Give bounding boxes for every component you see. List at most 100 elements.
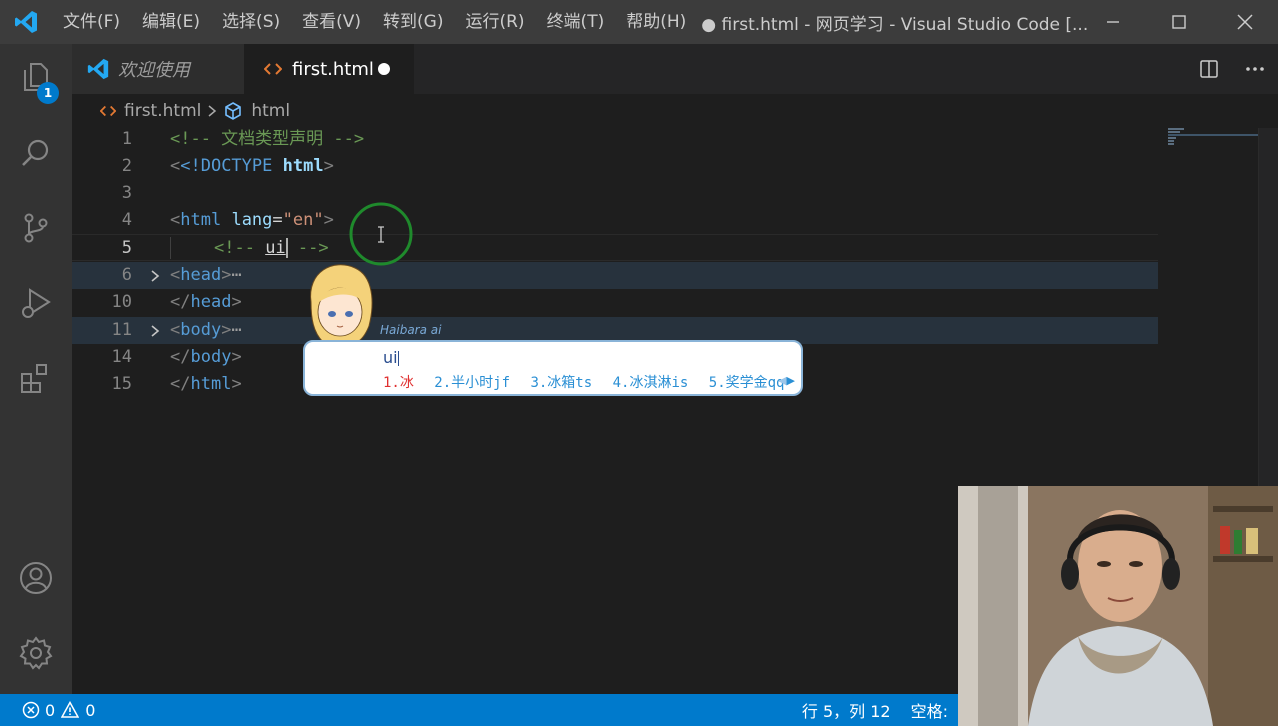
maximize-icon [1172,15,1186,29]
problems-indicator[interactable]: 0 0 [0,701,95,720]
code-line[interactable]: 4 <html lang="en"> [72,207,1158,234]
code-text: <html lang="en"> [170,210,334,230]
breadcrumb: first.html html [72,94,1278,128]
menu-go[interactable]: 转到(G) [372,0,454,44]
symbol-element-icon [225,102,242,120]
ime-next-page-icon[interactable]: ▶ [787,374,795,387]
menu-selection[interactable]: 选择(S) [211,0,291,44]
webcam-overlay [958,486,1278,726]
vertical-scrollbar[interactable] [1258,128,1278,486]
folded-ellipsis[interactable]: ⋯ [231,265,241,285]
line-number: 14 [111,347,132,367]
tab-welcome[interactable]: 欢迎使用 [72,44,244,94]
extensions-button[interactable] [0,347,72,409]
menu-edit[interactable]: 编辑(E) [131,0,211,44]
html-file-icon [264,63,282,75]
account-icon [20,562,52,594]
presenter-video-image [958,486,1278,726]
tab-welcome-label: 欢迎使用 [118,60,190,81]
doctype-html: html [282,156,324,176]
run-debug-icon [22,288,51,318]
ime-caret [397,351,399,366]
ime-candidate[interactable]: 3.冰箱ts [530,375,592,391]
line-number: 11 [111,320,132,340]
split-editor-button[interactable] [1186,44,1232,94]
unsaved-dot-icon[interactable] [378,63,390,75]
window-controls [1080,0,1278,44]
more-actions-button[interactable] [1232,44,1278,94]
accounts-button[interactable] [0,547,72,609]
breadcrumb-file-label: first.html [124,101,202,121]
source-control-icon [24,213,48,243]
minimize-button[interactable] [1080,0,1146,44]
ime-candidate[interactable]: 1.冰 [383,375,414,391]
fold-chevron-icon[interactable] [148,317,162,344]
tag-name: body [190,347,232,367]
status-bar: 0 0 行 5，列 12 空格: [0,694,958,726]
search-icon [22,139,49,166]
ime-page-arrows: ◀▶ [778,374,795,387]
menu-help[interactable]: 帮助(H) [615,0,697,44]
code-text: <head>⋯ [170,265,242,285]
explorer-button[interactable]: 1 [0,46,72,108]
menu-terminal[interactable]: 终端(T) [536,0,616,44]
line-number: 6 [121,265,132,285]
code-text: <body>⋯ [170,320,242,340]
ime-candidate[interactable]: 5.奖学金qq [709,375,785,391]
indentation-setting[interactable]: 空格: [901,698,958,722]
warning-count: 0 [85,700,96,720]
tag-name: html [180,210,222,230]
html-file-icon [100,105,116,117]
breadcrumb-file[interactable]: first.html [100,101,201,121]
run-debug-button[interactable] [0,272,72,334]
search-button[interactable] [0,122,72,184]
minimap-line [1168,134,1258,136]
line-number: 3 [121,183,132,203]
menu-view[interactable]: 查看(V) [291,0,372,44]
vscode-tab-icon [87,58,109,80]
close-button[interactable] [1212,0,1278,44]
tag-name: head [190,292,232,312]
code-text: <<!DOCTYPE html> [170,156,334,176]
code-line-current[interactable]: 5 <!-- ui --> [72,234,1158,261]
code-line[interactable]: 2 <<!DOCTYPE html> [72,153,1158,180]
folded-ellipsis[interactable]: ⋯ [231,320,241,340]
attr-name: lang [231,210,273,230]
cursor-position[interactable]: 行 5，列 12 [792,698,901,722]
indent-guide [170,237,171,259]
ime-candidate-window: ui 1.冰 2.半小时jf 3.冰箱ts 4.冰淇淋is 5.奖学金qq ◀▶ [303,340,803,396]
menu-run[interactable]: 运行(R) [454,0,535,44]
code-line[interactable]: 10 </head> [72,289,1158,316]
code-text: <!-- 文档类型声明 --> [170,129,365,149]
maximize-button[interactable] [1146,0,1212,44]
comment-open: <!-- [214,238,266,258]
status-right: 行 5，列 12 空格: [792,694,958,726]
warning-icon [61,701,80,718]
line-number: 1 [121,129,132,149]
title-bar: 文件(F) 编辑(E) 选择(S) 查看(V) 转到(G) 运行(R) 终端(T… [0,0,1278,44]
minimap-line [1168,140,1174,142]
comment-close: --> [287,238,329,258]
minimap-line [1168,131,1180,133]
split-editor-icon [1200,60,1218,78]
tag-name: head [180,265,222,285]
ime-candidate[interactable]: 2.半小时jf [434,375,510,391]
tab-actions [1186,44,1278,94]
menu-file[interactable]: 文件(F) [52,0,131,44]
breadcrumb-symbol[interactable]: html [223,101,290,121]
fold-chevron-icon[interactable] [148,262,162,289]
code-line-folded[interactable]: 6 <head>⋯ [72,262,1158,289]
manage-button[interactable] [0,622,72,684]
source-control-button[interactable] [0,197,72,259]
code-text: </html> [170,374,242,394]
gear-icon [19,636,53,670]
line-number: 15 [111,374,132,394]
minimap[interactable] [1164,128,1258,158]
code-line[interactable]: 3 [72,180,1158,207]
minimize-icon [1107,21,1119,23]
ime-candidate[interactable]: 4.冰淇淋is [613,375,689,391]
tab-first-html[interactable]: first.html [244,44,414,94]
code-line[interactable]: 1 <!-- 文档类型声明 --> [72,126,1158,153]
ime-prev-page-icon[interactable]: ◀ [778,374,786,387]
tag-name: html [190,374,232,394]
